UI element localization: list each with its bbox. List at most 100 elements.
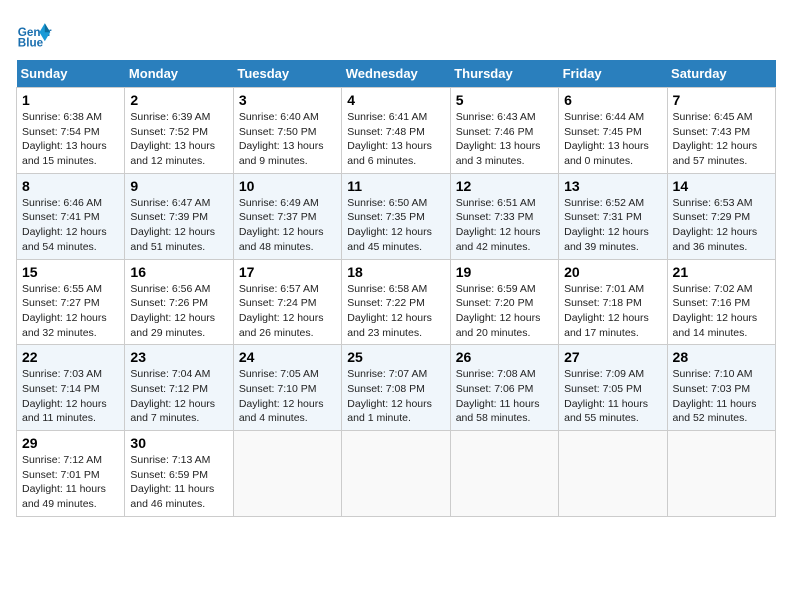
day-info: Sunrise: 7:12 AMSunset: 7:01 PMDaylight:…: [22, 453, 119, 512]
calendar-cell: 17 Sunrise: 6:57 AMSunset: 7:24 PMDaylig…: [233, 259, 341, 345]
day-number: 22: [22, 349, 119, 365]
calendar-cell: 21 Sunrise: 7:02 AMSunset: 7:16 PMDaylig…: [667, 259, 775, 345]
day-info: Sunrise: 6:38 AMSunset: 7:54 PMDaylight:…: [22, 110, 119, 169]
calendar-cell: [559, 431, 667, 517]
calendar-cell: 5 Sunrise: 6:43 AMSunset: 7:46 PMDayligh…: [450, 88, 558, 174]
calendar-cell: 6 Sunrise: 6:44 AMSunset: 7:45 PMDayligh…: [559, 88, 667, 174]
calendar-cell: [233, 431, 341, 517]
day-info: Sunrise: 6:57 AMSunset: 7:24 PMDaylight:…: [239, 282, 336, 341]
logo: General Blue: [16, 16, 52, 52]
day-number: 9: [130, 178, 227, 194]
day-number: 8: [22, 178, 119, 194]
day-info: Sunrise: 7:05 AMSunset: 7:10 PMDaylight:…: [239, 367, 336, 426]
day-number: 3: [239, 92, 336, 108]
calendar-cell: 4 Sunrise: 6:41 AMSunset: 7:48 PMDayligh…: [342, 88, 450, 174]
day-number: 11: [347, 178, 444, 194]
day-info: Sunrise: 7:13 AMSunset: 6:59 PMDaylight:…: [130, 453, 227, 512]
calendar-cell: 14 Sunrise: 6:53 AMSunset: 7:29 PMDaylig…: [667, 173, 775, 259]
calendar-cell: 2 Sunrise: 6:39 AMSunset: 7:52 PMDayligh…: [125, 88, 233, 174]
day-number: 1: [22, 92, 119, 108]
calendar-cell: 9 Sunrise: 6:47 AMSunset: 7:39 PMDayligh…: [125, 173, 233, 259]
day-info: Sunrise: 6:50 AMSunset: 7:35 PMDaylight:…: [347, 196, 444, 255]
calendar-cell: 1 Sunrise: 6:38 AMSunset: 7:54 PMDayligh…: [17, 88, 125, 174]
day-number: 29: [22, 435, 119, 451]
day-number: 16: [130, 264, 227, 280]
day-number: 19: [456, 264, 553, 280]
day-number: 4: [347, 92, 444, 108]
day-info: Sunrise: 7:07 AMSunset: 7:08 PMDaylight:…: [347, 367, 444, 426]
day-number: 25: [347, 349, 444, 365]
calendar-cell: 7 Sunrise: 6:45 AMSunset: 7:43 PMDayligh…: [667, 88, 775, 174]
calendar-cell: [450, 431, 558, 517]
day-of-week-header: Friday: [559, 60, 667, 88]
day-of-week-header: Sunday: [17, 60, 125, 88]
calendar-cell: 16 Sunrise: 6:56 AMSunset: 7:26 PMDaylig…: [125, 259, 233, 345]
day-number: 26: [456, 349, 553, 365]
day-info: Sunrise: 6:56 AMSunset: 7:26 PMDaylight:…: [130, 282, 227, 341]
calendar-cell: 23 Sunrise: 7:04 AMSunset: 7:12 PMDaylig…: [125, 345, 233, 431]
calendar-cell: [342, 431, 450, 517]
day-number: 23: [130, 349, 227, 365]
day-number: 28: [673, 349, 770, 365]
calendar-cell: 18 Sunrise: 6:58 AMSunset: 7:22 PMDaylig…: [342, 259, 450, 345]
day-info: Sunrise: 6:53 AMSunset: 7:29 PMDaylight:…: [673, 196, 770, 255]
day-info: Sunrise: 7:09 AMSunset: 7:05 PMDaylight:…: [564, 367, 661, 426]
day-info: Sunrise: 6:43 AMSunset: 7:46 PMDaylight:…: [456, 110, 553, 169]
day-number: 7: [673, 92, 770, 108]
day-info: Sunrise: 7:08 AMSunset: 7:06 PMDaylight:…: [456, 367, 553, 426]
calendar-cell: 3 Sunrise: 6:40 AMSunset: 7:50 PMDayligh…: [233, 88, 341, 174]
day-info: Sunrise: 7:10 AMSunset: 7:03 PMDaylight:…: [673, 367, 770, 426]
day-info: Sunrise: 6:47 AMSunset: 7:39 PMDaylight:…: [130, 196, 227, 255]
day-info: Sunrise: 6:41 AMSunset: 7:48 PMDaylight:…: [347, 110, 444, 169]
calendar-cell: 10 Sunrise: 6:49 AMSunset: 7:37 PMDaylig…: [233, 173, 341, 259]
calendar-week-row: 22 Sunrise: 7:03 AMSunset: 7:14 PMDaylig…: [17, 345, 776, 431]
day-info: Sunrise: 6:52 AMSunset: 7:31 PMDaylight:…: [564, 196, 661, 255]
day-of-week-header: Wednesday: [342, 60, 450, 88]
calendar-cell: [667, 431, 775, 517]
day-info: Sunrise: 7:04 AMSunset: 7:12 PMDaylight:…: [130, 367, 227, 426]
calendar-week-row: 15 Sunrise: 6:55 AMSunset: 7:27 PMDaylig…: [17, 259, 776, 345]
day-info: Sunrise: 6:59 AMSunset: 7:20 PMDaylight:…: [456, 282, 553, 341]
day-info: Sunrise: 6:39 AMSunset: 7:52 PMDaylight:…: [130, 110, 227, 169]
day-number: 20: [564, 264, 661, 280]
calendar-cell: 8 Sunrise: 6:46 AMSunset: 7:41 PMDayligh…: [17, 173, 125, 259]
day-number: 10: [239, 178, 336, 194]
calendar-cell: 29 Sunrise: 7:12 AMSunset: 7:01 PMDaylig…: [17, 431, 125, 517]
calendar-cell: 12 Sunrise: 6:51 AMSunset: 7:33 PMDaylig…: [450, 173, 558, 259]
calendar-cell: 24 Sunrise: 7:05 AMSunset: 7:10 PMDaylig…: [233, 345, 341, 431]
calendar-cell: 28 Sunrise: 7:10 AMSunset: 7:03 PMDaylig…: [667, 345, 775, 431]
day-number: 12: [456, 178, 553, 194]
calendar-header-row: SundayMondayTuesdayWednesdayThursdayFrid…: [17, 60, 776, 88]
calendar-table: SundayMondayTuesdayWednesdayThursdayFrid…: [16, 60, 776, 517]
day-of-week-header: Saturday: [667, 60, 775, 88]
calendar-cell: 30 Sunrise: 7:13 AMSunset: 6:59 PMDaylig…: [125, 431, 233, 517]
day-info: Sunrise: 6:40 AMSunset: 7:50 PMDaylight:…: [239, 110, 336, 169]
calendar-cell: 27 Sunrise: 7:09 AMSunset: 7:05 PMDaylig…: [559, 345, 667, 431]
day-number: 15: [22, 264, 119, 280]
day-number: 27: [564, 349, 661, 365]
day-info: Sunrise: 6:45 AMSunset: 7:43 PMDaylight:…: [673, 110, 770, 169]
day-info: Sunrise: 6:49 AMSunset: 7:37 PMDaylight:…: [239, 196, 336, 255]
page-header: General Blue: [16, 16, 776, 52]
calendar-week-row: 1 Sunrise: 6:38 AMSunset: 7:54 PMDayligh…: [17, 88, 776, 174]
calendar-cell: 26 Sunrise: 7:08 AMSunset: 7:06 PMDaylig…: [450, 345, 558, 431]
calendar-cell: 13 Sunrise: 6:52 AMSunset: 7:31 PMDaylig…: [559, 173, 667, 259]
day-number: 21: [673, 264, 770, 280]
day-number: 13: [564, 178, 661, 194]
day-of-week-header: Monday: [125, 60, 233, 88]
day-number: 6: [564, 92, 661, 108]
calendar-week-row: 29 Sunrise: 7:12 AMSunset: 7:01 PMDaylig…: [17, 431, 776, 517]
day-number: 2: [130, 92, 227, 108]
day-number: 5: [456, 92, 553, 108]
calendar-week-row: 8 Sunrise: 6:46 AMSunset: 7:41 PMDayligh…: [17, 173, 776, 259]
day-number: 18: [347, 264, 444, 280]
calendar-cell: 15 Sunrise: 6:55 AMSunset: 7:27 PMDaylig…: [17, 259, 125, 345]
day-info: Sunrise: 6:46 AMSunset: 7:41 PMDaylight:…: [22, 196, 119, 255]
day-info: Sunrise: 6:51 AMSunset: 7:33 PMDaylight:…: [456, 196, 553, 255]
day-number: 14: [673, 178, 770, 194]
day-info: Sunrise: 7:01 AMSunset: 7:18 PMDaylight:…: [564, 282, 661, 341]
day-number: 24: [239, 349, 336, 365]
day-info: Sunrise: 6:55 AMSunset: 7:27 PMDaylight:…: [22, 282, 119, 341]
day-number: 30: [130, 435, 227, 451]
calendar-cell: 25 Sunrise: 7:07 AMSunset: 7:08 PMDaylig…: [342, 345, 450, 431]
